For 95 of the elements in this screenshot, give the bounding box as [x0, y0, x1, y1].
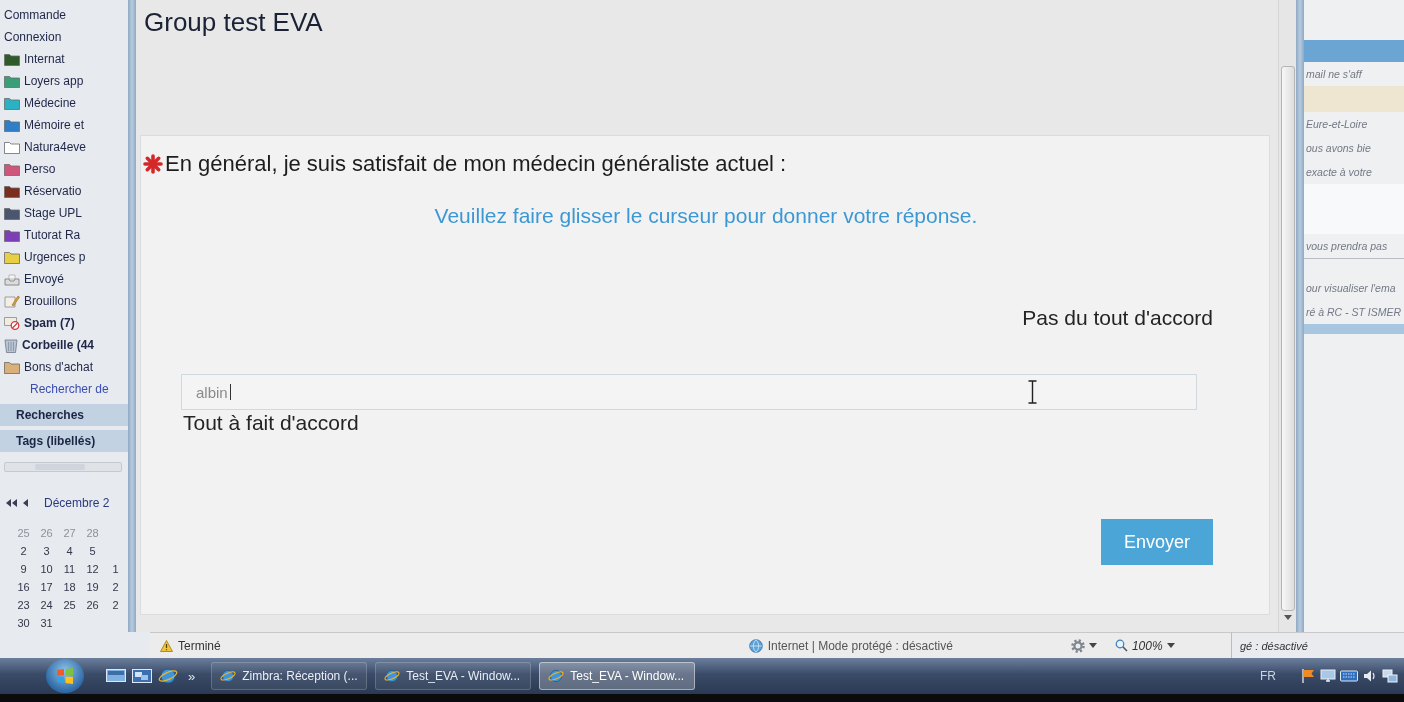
folder-item[interactable]: Bons d'achat — [0, 356, 128, 378]
zoom-dropdown[interactable]: 100% — [1114, 638, 1175, 653]
monitor-icon[interactable] — [1320, 668, 1336, 684]
calendar-day[interactable]: 4 — [58, 542, 81, 560]
previous-year-button[interactable] — [6, 499, 17, 507]
zoom-icon — [1114, 639, 1128, 652]
question-text: En général, je suis satisfait de mon médecin généraliste actuel : — [165, 151, 787, 177]
month-label: Décembre 2 — [44, 496, 110, 510]
folder-item[interactable]: Stage UPL — [0, 202, 128, 224]
taskbar-button[interactable]: Test_EVA - Window... — [375, 662, 532, 690]
calendar-day[interactable]: 26 — [81, 596, 104, 614]
calendar-day[interactable]: 31 — [35, 614, 58, 632]
section-header[interactable]: Recherches — [0, 404, 128, 426]
folder-item[interactable]: Réservatio — [0, 180, 128, 202]
calendar-day[interactable]: 17 — [35, 578, 58, 596]
planet-icon[interactable] — [158, 666, 178, 686]
keyboard-icon[interactable] — [1340, 670, 1358, 682]
settings-dropdown[interactable] — [1070, 638, 1097, 653]
double-left-arrow-icon — [6, 499, 17, 507]
message-preview-text: mail ne s'aff — [1305, 67, 1364, 82]
caret-icon — [1166, 643, 1175, 648]
folder-item[interactable]: Commande — [0, 4, 128, 26]
calendar-day[interactable]: 2 — [104, 578, 127, 596]
message-preview-text: ré à RC - ST ISMER — [1305, 305, 1403, 320]
show-desktop-icon[interactable] — [106, 668, 126, 684]
message-preview-text: exacte à votre — [1305, 165, 1373, 180]
text-cursor-icon — [1028, 380, 1037, 404]
folder-item[interactable]: Brouillons — [0, 290, 128, 312]
horizontal-scrollbar[interactable] — [4, 462, 122, 472]
status-text: Terminé — [178, 638, 221, 653]
message-preview-text: ous avons bie — [1305, 141, 1372, 156]
left-arrow-icon — [23, 499, 28, 507]
calendar-day[interactable]: 30 — [12, 614, 35, 632]
trash-icon — [4, 337, 18, 353]
calendar-day[interactable]: 10 — [35, 560, 58, 578]
folder-item[interactable]: Médecine — [0, 92, 128, 114]
calendar-day[interactable]: 5 — [81, 542, 104, 560]
calendar-day[interactable]: 18 — [58, 578, 81, 596]
calendar-day[interactable]: 24 — [35, 596, 58, 614]
instruction-text: Veuillez faire glisser le curseur pour donner votre réponse. — [433, 203, 979, 229]
folder-item[interactable]: Perso — [0, 158, 128, 180]
calendar-day[interactable]: 1 — [104, 560, 127, 578]
message-preview-text: our visualiser l'ema — [1305, 281, 1397, 296]
section-header[interactable]: Tags (libellés) — [0, 430, 128, 452]
globe-icon — [748, 638, 763, 653]
calendar-day[interactable]: 3 — [35, 542, 58, 560]
start-button[interactable] — [46, 659, 84, 693]
calendar-day[interactable]: 9 — [12, 560, 35, 578]
calendar-day[interactable]: 2 — [12, 542, 35, 560]
scale-top-label: Pas du tout d'accord — [1022, 305, 1213, 331]
calendar-day[interactable]: 2 — [104, 596, 127, 614]
folder-item[interactable]: Urgences p — [0, 246, 128, 268]
taskbar-button[interactable]: Test_EVA - Window... — [539, 662, 696, 690]
search-link[interactable]: Rechercher de — [0, 378, 128, 400]
previous-month-button[interactable] — [23, 499, 28, 507]
flag-icon[interactable] — [1300, 668, 1316, 684]
calendar-day[interactable]: 16 — [12, 578, 35, 596]
calendar-day[interactable]: 25 — [58, 596, 81, 614]
volume-icon[interactable] — [1362, 668, 1378, 684]
planet-icon — [220, 668, 237, 684]
calendar-day[interactable]: 19 — [81, 578, 104, 596]
folder-item[interactable]: Mémoire et — [0, 114, 128, 136]
status-text: gé : désactivé — [1240, 639, 1308, 652]
planet-icon — [548, 668, 565, 684]
envelope-blocked-icon — [4, 316, 20, 330]
calendar-day[interactable]: 23 — [12, 596, 35, 614]
folder-item[interactable]: Internat — [0, 48, 128, 70]
folder-item[interactable]: Natura4eve — [0, 136, 128, 158]
calendar-day[interactable]: 11 — [58, 560, 81, 578]
folder-item[interactable]: Connexion — [0, 26, 128, 48]
security-zone-text: Internet | Mode protégé : désactivé — [767, 638, 953, 653]
folder-item[interactable]: Corbeille (44 — [0, 334, 128, 356]
windows-logo-icon — [56, 668, 74, 684]
caret-icon — [1088, 643, 1097, 648]
scale-bottom-label: Tout à fait d'accord — [183, 410, 359, 436]
text-caret-icon — [229, 384, 231, 400]
message-preview-text: Eure-et-Loire — [1305, 117, 1369, 132]
taskbar-button[interactable]: Zimbra: Réception (... — [211, 662, 368, 690]
folder-item[interactable]: Tutorat Ra — [0, 224, 128, 246]
more-button[interactable]: » — [184, 668, 200, 684]
language-indicator[interactable]: FR — [1260, 669, 1276, 683]
switch-windows-icon[interactable] — [132, 668, 152, 684]
planet-icon — [384, 668, 401, 684]
page-title: Group test EVA — [144, 6, 324, 38]
page-pencil-icon — [4, 294, 20, 308]
folder-item[interactable]: Loyers app — [0, 70, 128, 92]
vertical-scrollbar[interactable] — [1278, 0, 1296, 632]
folder-item[interactable]: Envoyé — [0, 268, 128, 290]
warning-icon — [160, 639, 173, 652]
message-preview-text: vous prendra pas — [1305, 239, 1389, 254]
network-icon[interactable] — [1382, 668, 1398, 684]
folder-item[interactable]: Spam (7) — [0, 312, 128, 334]
gear-icon — [1070, 638, 1085, 653]
tray-icon — [4, 272, 20, 286]
calendar-day[interactable]: 12 — [81, 560, 104, 578]
